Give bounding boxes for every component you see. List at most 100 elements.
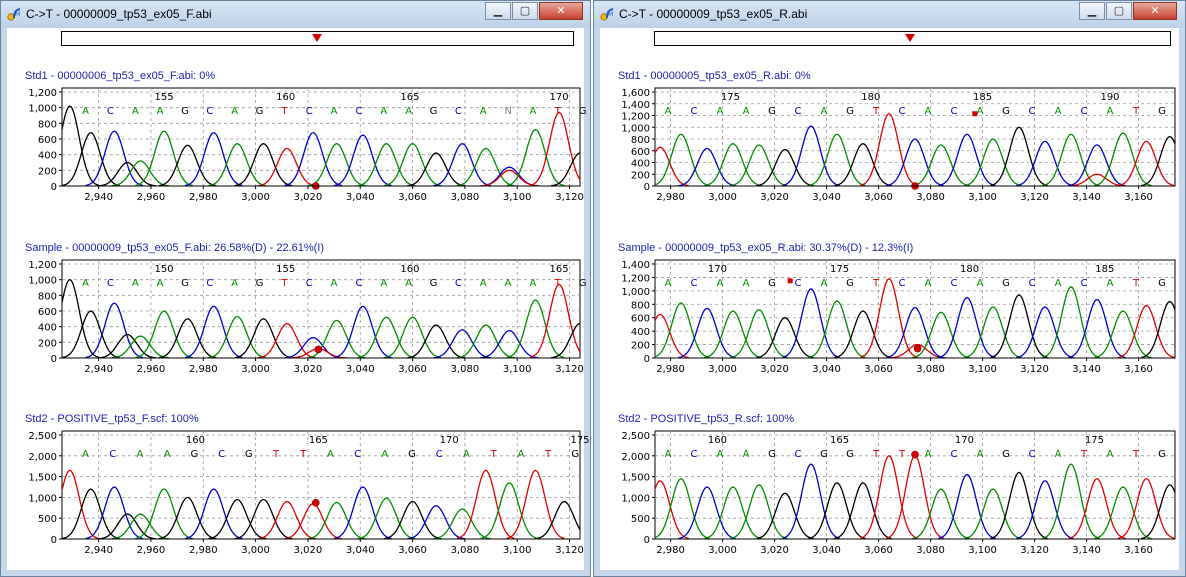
x-tick-label: 3,020 bbox=[294, 545, 323, 556]
base-call: A bbox=[977, 106, 984, 117]
y-tick-label: 200 bbox=[38, 166, 57, 177]
base-call: G bbox=[579, 278, 587, 289]
minimize-button[interactable]: ▁ bbox=[1079, 2, 1105, 20]
close-icon: ✕ bbox=[1150, 4, 1160, 17]
base-call: A bbox=[132, 106, 139, 117]
close-button[interactable]: ✕ bbox=[1133, 2, 1177, 20]
y-tick-label: 1,500 bbox=[28, 473, 57, 484]
base-call: A bbox=[977, 278, 984, 289]
position-number: 160 bbox=[186, 435, 205, 446]
y-tick-label: 600 bbox=[631, 147, 650, 158]
position-number: 175 bbox=[570, 435, 589, 446]
base-call: G bbox=[1158, 278, 1166, 289]
base-call: C bbox=[107, 278, 114, 289]
x-tick-label: 3,060 bbox=[864, 192, 893, 203]
chromatogram-std1[interactable]: 1,200 1,000 800 600 400 200 0 2,940 2,960 2,980 3,… bbox=[7, 86, 586, 206]
base-call: A bbox=[164, 449, 171, 460]
x-tick-label: 3,020 bbox=[760, 545, 789, 556]
x-tick-label: 3,100 bbox=[968, 192, 997, 203]
chromatogram-std2[interactable]: 2,500 2,000 1,500 1,000 500 0 2,940 2,960 2,980 3… bbox=[7, 429, 590, 559]
x-tick-label: 3,020 bbox=[760, 192, 789, 203]
base-call: A bbox=[157, 278, 164, 289]
overview-bar[interactable] bbox=[61, 31, 574, 46]
maximize-button[interactable]: ▢ bbox=[1106, 2, 1132, 20]
x-tick-label: 3,060 bbox=[398, 364, 427, 375]
title-bar[interactable]: M C->T - 00000009_tp53_ex05_R.abi ▁ ▢ ✕ bbox=[594, 1, 1185, 28]
y-tick-label: 2,000 bbox=[28, 452, 57, 463]
x-tick-label: 2,940 bbox=[84, 364, 113, 375]
base-call: A bbox=[1055, 278, 1062, 289]
base-call: C bbox=[951, 449, 958, 460]
plot-frame bbox=[654, 430, 1176, 540]
window-client-area: Std1 - 00000006_tp53_ex05_F.abi: 0% 1,20… bbox=[7, 28, 590, 570]
base-call: G bbox=[256, 278, 264, 289]
base-call: C bbox=[355, 278, 362, 289]
base-call: C bbox=[109, 449, 116, 460]
y-tick-label: 1,000 bbox=[28, 276, 57, 287]
x-tick-label: 3,100 bbox=[503, 192, 532, 203]
base-call: C bbox=[1029, 106, 1036, 117]
x-tick-label: 2,980 bbox=[189, 192, 218, 203]
chromatogram-sample[interactable]: 1,400 1,200 1,000 800 600 400 200 0 2,980 3,000 3,… bbox=[600, 258, 1181, 378]
base-call: A bbox=[717, 278, 724, 289]
base-call: A bbox=[1107, 449, 1114, 460]
base-call: G bbox=[181, 106, 189, 117]
base-call: T bbox=[554, 106, 562, 117]
base-call: G bbox=[1158, 449, 1166, 460]
base-call: C bbox=[1029, 449, 1036, 460]
base-call: G bbox=[245, 449, 253, 460]
y-tick-label: 400 bbox=[38, 151, 57, 162]
position-marker-icon[interactable] bbox=[312, 34, 322, 42]
base-call: A bbox=[529, 278, 536, 289]
variant-marker bbox=[787, 278, 793, 284]
base-call: T bbox=[544, 449, 552, 460]
maximize-icon: ▢ bbox=[1113, 4, 1125, 17]
base-call: C bbox=[795, 278, 802, 289]
x-tick-label: 2,960 bbox=[137, 545, 166, 556]
base-call: A bbox=[665, 106, 672, 117]
chromatogram-std1[interactable]: 1,6001,4001,2001,0008006004002000 2,980 3,… bbox=[600, 86, 1181, 206]
x-tick-label: 3,080 bbox=[916, 364, 945, 375]
y-tick-label: 1,200 bbox=[621, 273, 650, 284]
base-call: G bbox=[820, 449, 828, 460]
y-tick-label: 1,200 bbox=[28, 88, 57, 99]
app-icon: M bbox=[7, 8, 21, 21]
base-call: G bbox=[846, 278, 854, 289]
minimize-button[interactable]: ▁ bbox=[485, 2, 511, 20]
overview-bar[interactable] bbox=[654, 31, 1171, 46]
x-tick-label: 3,160 bbox=[1124, 545, 1153, 556]
base-call: A bbox=[1107, 278, 1114, 289]
y-tick-label: 1,200 bbox=[621, 112, 650, 123]
chromatogram-std2[interactable]: 2,500 2,000 1,500 1,000 500 0 2,980 3,000 3,020 3… bbox=[600, 429, 1181, 559]
base-call: A bbox=[717, 449, 724, 460]
maximize-button[interactable]: ▢ bbox=[512, 2, 538, 20]
x-tick-label: 3,060 bbox=[864, 364, 893, 375]
y-tick-label: 2,500 bbox=[28, 431, 57, 442]
base-call: G bbox=[768, 278, 776, 289]
base-call: C bbox=[951, 278, 958, 289]
position-number: 180 bbox=[960, 264, 979, 275]
x-tick-label: 3,080 bbox=[451, 545, 480, 556]
base-call: A bbox=[480, 278, 487, 289]
title-bar[interactable]: M C->T - 00000009_tp53_ex05_F.abi ▁ ▢ ✕ bbox=[1, 1, 590, 28]
position-number: 150 bbox=[154, 264, 173, 275]
base-call: G bbox=[191, 449, 199, 460]
close-button[interactable]: ✕ bbox=[539, 2, 583, 20]
base-call: C bbox=[691, 278, 698, 289]
y-tick-label: 2,000 bbox=[621, 452, 650, 463]
base-call: C bbox=[691, 106, 698, 117]
position-number: 165 bbox=[309, 435, 328, 446]
x-tick-label: 3,000 bbox=[241, 545, 270, 556]
base-call: A bbox=[82, 278, 89, 289]
x-tick-label: 3,060 bbox=[398, 545, 427, 556]
chromatogram-sample[interactable]: 1,200 1,000 800 600 400 200 0 2,940 2,960 2,980 3,… bbox=[7, 258, 586, 378]
y-tick-label: 0 bbox=[644, 182, 650, 193]
position-number: 165 bbox=[830, 435, 849, 446]
base-call: C bbox=[436, 449, 443, 460]
base-call: C bbox=[455, 278, 462, 289]
base-call: C bbox=[206, 106, 213, 117]
x-tick-label: 3,060 bbox=[398, 192, 427, 203]
base-call: T bbox=[1132, 278, 1140, 289]
position-marker-icon[interactable] bbox=[905, 34, 915, 42]
x-tick-label: 3,160 bbox=[1124, 364, 1153, 375]
